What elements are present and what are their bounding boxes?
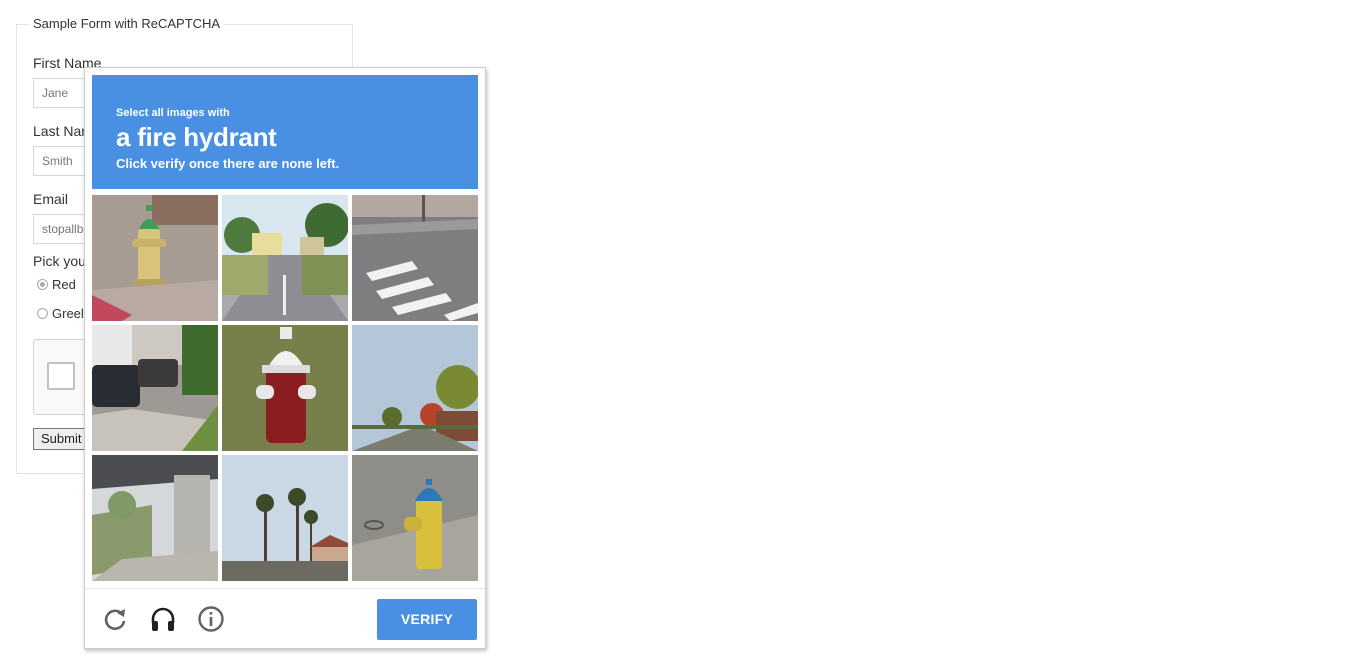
street-image (352, 325, 478, 451)
info-icon[interactable] (197, 605, 225, 633)
verify-button[interactable]: VERIFY (377, 599, 477, 640)
radio-option-green[interactable]: Greel (37, 306, 84, 321)
image-tile-palm-trees[interactable] (222, 455, 348, 581)
instruction-small: Select all images with (116, 107, 230, 119)
driveway-image (92, 325, 218, 451)
radio-option-red[interactable]: Red (37, 277, 76, 292)
radio-button[interactable] (37, 308, 48, 319)
radio-button[interactable] (37, 279, 48, 290)
image-tile-hydrant-blue-top[interactable] (352, 455, 478, 581)
recaptcha-checkbox[interactable] (47, 362, 75, 390)
image-tile-suburban-street[interactable] (352, 325, 478, 451)
challenge-instructions: Select all images with a fire hydrant Cl… (92, 75, 478, 189)
street-image (222, 195, 348, 321)
challenge-footer: VERIFY (85, 588, 485, 649)
reload-icon[interactable] (101, 605, 129, 633)
palm-trees-image (222, 455, 348, 581)
hydrant-image (222, 325, 348, 451)
image-tile-driveway-cars[interactable] (92, 325, 218, 451)
recaptcha-challenge-dialog: Select all images with a fire hydrant Cl… (84, 67, 486, 649)
hydrant-image (352, 455, 478, 581)
image-tile-crosswalk[interactable] (352, 195, 478, 321)
form-legend: Sample Form with ReCAPTCHA (29, 16, 225, 31)
audio-headphones-icon[interactable] (149, 605, 177, 633)
hydrant-image (92, 195, 218, 321)
image-tile-street-intersection[interactable] (222, 195, 348, 321)
image-grid (92, 195, 478, 581)
email-label: Email (33, 191, 69, 207)
pick-color-label: Pick you (33, 253, 86, 269)
overpass-image (92, 455, 218, 581)
image-tile-hydrant-green-top[interactable] (92, 195, 218, 321)
instruction-sub: Click verify once there are none left. (116, 156, 340, 171)
image-tile-overpass[interactable] (92, 455, 218, 581)
last-name-label: Last Nar (33, 123, 86, 139)
radio-label: Red (52, 277, 76, 292)
submit-button[interactable]: Submit (33, 428, 90, 450)
image-tile-hydrant-red[interactable] (222, 325, 348, 451)
radio-label: Greel (52, 306, 84, 321)
instruction-target: a fire hydrant (116, 122, 277, 152)
crosswalk-image (352, 195, 478, 321)
